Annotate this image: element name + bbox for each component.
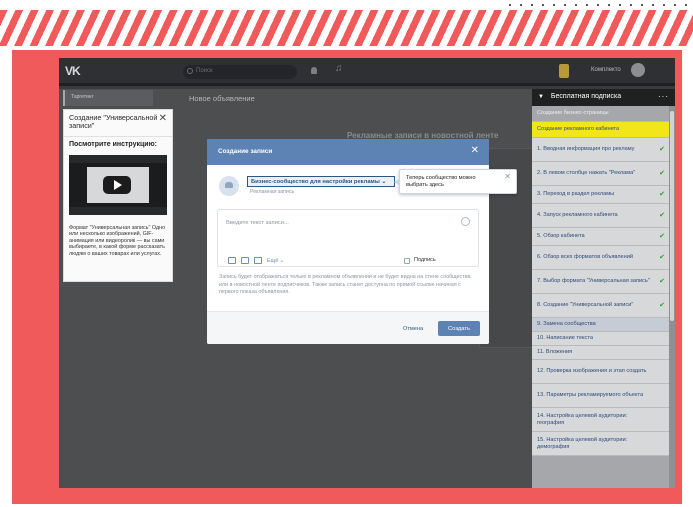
checklist-item[interactable]: 5. Обзор кабинета ✔ bbox=[532, 228, 669, 246]
chevron-down-icon: ▼ bbox=[538, 94, 544, 100]
checkmark-icon: ✔ bbox=[659, 232, 665, 240]
checklist-item[interactable]: 14. Настройка целевой аудитории: географ… bbox=[532, 408, 669, 432]
checkmark-icon: ✔ bbox=[659, 145, 665, 153]
checklist-item-label: Создание рекламного кабинета bbox=[537, 126, 620, 132]
checklist-item[interactable]: 13. Параметры рекламируемого объекта bbox=[532, 384, 669, 408]
instructions-heading: Посмотрите инструкцию: bbox=[69, 141, 157, 148]
search-input[interactable]: Поиск bbox=[183, 65, 297, 79]
document-icon[interactable] bbox=[254, 257, 262, 264]
decorative-stripes bbox=[0, 10, 693, 46]
scrollbar-thumb[interactable] bbox=[670, 111, 674, 321]
checklist-item-label: 11. Вложения bbox=[537, 349, 573, 355]
hint-tooltip: Теперь сообщество можно выбрать здесь ✕ bbox=[394, 169, 517, 194]
scrollbar[interactable] bbox=[669, 106, 675, 488]
close-icon[interactable]: ✕ bbox=[504, 172, 511, 181]
play-icon[interactable] bbox=[103, 176, 131, 194]
checklist-panel: ▼ Бесплатная подписка ··· Создание бизне… bbox=[532, 89, 675, 488]
create-button[interactable]: Создать bbox=[438, 321, 480, 336]
chevron-down-icon: ⌄ bbox=[381, 179, 387, 185]
checklist-item-label: 9. Замена сообщества bbox=[537, 321, 596, 327]
checkmark-icon: ✔ bbox=[659, 301, 665, 309]
attach-toolbar: Ещё ⌄ bbox=[228, 257, 284, 264]
tooltip-text: Теперь сообщество можно выбрать здесь bbox=[406, 175, 476, 188]
checklist-item-label: 3. Переход в раздел рекламы bbox=[537, 191, 615, 197]
left-nav-item-targeting[interactable]: Таргетинг bbox=[63, 90, 153, 106]
bell-icon[interactable] bbox=[311, 67, 317, 74]
page-title: Новое объявление bbox=[189, 94, 255, 103]
checklist-item-label: 10. Написание текста bbox=[537, 335, 593, 341]
close-icon[interactable]: ✕ bbox=[159, 113, 167, 124]
checklist-item[interactable]: 8. Создание "Универсальной записи" ✔ bbox=[532, 294, 669, 318]
checklist-item[interactable]: 4. Запуск рекламного кабинета ✔ bbox=[532, 204, 669, 228]
emoji-icon[interactable] bbox=[461, 217, 470, 226]
cancel-button[interactable]: Отмена bbox=[403, 326, 423, 332]
vk-top-bar: VK Поиск ♫ Комплекто bbox=[59, 58, 675, 86]
checklist-item-label: 4. Запуск рекламного кабинета bbox=[537, 212, 618, 218]
checklist-item[interactable]: 1. Вводная информация про рекламу ✔ bbox=[532, 138, 669, 162]
music-icon[interactable]: ♫ bbox=[335, 63, 343, 74]
checklist-header[interactable]: ▼ Бесплатная подписка bbox=[532, 89, 675, 106]
more-menu-icon[interactable]: ··· bbox=[658, 92, 669, 101]
instructions-card: Создание "Универсальной записи" ✕ Посмот… bbox=[63, 109, 173, 282]
instruction-video[interactable] bbox=[69, 155, 167, 215]
checklist-item-label: 14. Настройка целевой аудитории: географ… bbox=[537, 412, 628, 426]
divider bbox=[64, 136, 172, 137]
checklist-item-label: 15. Настройка целевой аудитории: демогра… bbox=[537, 436, 628, 450]
checklist-item-label: 7. Выбор формата "Универсальная запись" bbox=[537, 278, 650, 284]
checklist-item[interactable]: Создание бизнес-страницы bbox=[532, 106, 669, 122]
checklist-item[interactable]: 6. Обзор всех форматов объявлений ✔ bbox=[532, 246, 669, 270]
modal-note: Запись будет отображаться только в рекла… bbox=[219, 274, 471, 296]
search-icon bbox=[187, 68, 193, 74]
checklist-title: Бесплатная подписка bbox=[550, 93, 622, 100]
browser-screen: VK Поиск ♫ Комплекто Таргетинг Новое объ… bbox=[59, 58, 675, 488]
checklist-item-label: 6. Обзор всех форматов объявлений bbox=[537, 254, 633, 260]
red-frame: VK Поиск ♫ Комплекто Таргетинг Новое объ… bbox=[12, 50, 682, 504]
photo-icon[interactable] bbox=[228, 257, 236, 264]
modal-footer: Отмена Создать bbox=[207, 311, 489, 344]
vk-logo[interactable]: VK bbox=[65, 64, 81, 78]
checklist-item-label: 13. Параметры рекламируемого объекта bbox=[537, 392, 644, 398]
checkmark-icon: ✔ bbox=[659, 169, 665, 177]
community-name: Бизнес-сообщество для настройки рекламы bbox=[251, 179, 380, 185]
extension-icon[interactable] bbox=[559, 64, 569, 78]
post-text-input[interactable]: Введите текст записи... Ещё ⌄ Подпись bbox=[217, 209, 479, 267]
checklist-item[interactable]: 12. Проверка изображения и этап создать bbox=[532, 360, 669, 384]
checkmark-icon: ✔ bbox=[659, 190, 665, 198]
community-select[interactable]: Бизнес-сообщество для настройки рекламы … bbox=[247, 176, 395, 187]
modal-title: Создание записи bbox=[218, 148, 273, 155]
checklist-item-label: 12. Проверка изображения и этап создать bbox=[537, 368, 647, 374]
checklist-item-label: 5. Обзор кабинета bbox=[537, 233, 585, 239]
user-name[interactable]: Комплекто bbox=[591, 67, 621, 73]
checklist-item-label: 8. Создание "Универсальной записи" bbox=[537, 302, 634, 308]
more-attachments-button[interactable]: Ещё ⌄ bbox=[267, 258, 284, 264]
signature-label[interactable]: Подпись bbox=[414, 257, 436, 263]
community-subtitle: Рекламная запись bbox=[250, 189, 295, 195]
checkmark-icon: ✔ bbox=[659, 277, 665, 285]
search-placeholder: Поиск bbox=[196, 68, 213, 74]
checkmark-icon: ✔ bbox=[659, 211, 665, 219]
checklist-item[interactable]: Создание рекламного кабинета bbox=[532, 122, 669, 138]
avatar[interactable] bbox=[631, 63, 645, 77]
modal-header: Создание записи ✕ bbox=[207, 139, 489, 165]
close-icon[interactable]: ✕ bbox=[471, 145, 479, 156]
checklist-item[interactable]: 7. Выбор формата "Универсальная запись" ✔ bbox=[532, 270, 669, 294]
decorative-dots bbox=[509, 1, 687, 9]
checkmark-icon: ✔ bbox=[659, 253, 665, 261]
community-avatar bbox=[219, 176, 239, 196]
checklist-item[interactable]: 3. Переход в раздел рекламы ✔ bbox=[532, 186, 669, 204]
post-text-placeholder: Введите текст записи... bbox=[226, 220, 289, 226]
checklist-item-label: 1. Вводная информация про рекламу bbox=[537, 146, 635, 152]
instructions-title: Создание "Универсальной записи" bbox=[69, 113, 158, 130]
checklist-item[interactable]: 9. Замена сообщества bbox=[532, 318, 669, 332]
checklist-item[interactable]: 15. Настройка целевой аудитории: демогра… bbox=[532, 432, 669, 456]
checklist-item[interactable]: 10. Написание текста bbox=[532, 332, 669, 346]
checklist-item-label: 2. В левом столбце нажать "Реклама" bbox=[537, 170, 636, 176]
instructions-text: Формат "Универсальная запись" Одно или н… bbox=[69, 225, 166, 257]
video-icon[interactable] bbox=[241, 257, 249, 264]
checklist-item[interactable]: 11. Вложения bbox=[532, 346, 669, 360]
checklist-item[interactable]: 2. В левом столбце нажать "Реклама" ✔ bbox=[532, 162, 669, 186]
signature-checkbox[interactable] bbox=[404, 258, 410, 264]
checklist-item-label: Создание бизнес-страницы bbox=[537, 110, 609, 116]
